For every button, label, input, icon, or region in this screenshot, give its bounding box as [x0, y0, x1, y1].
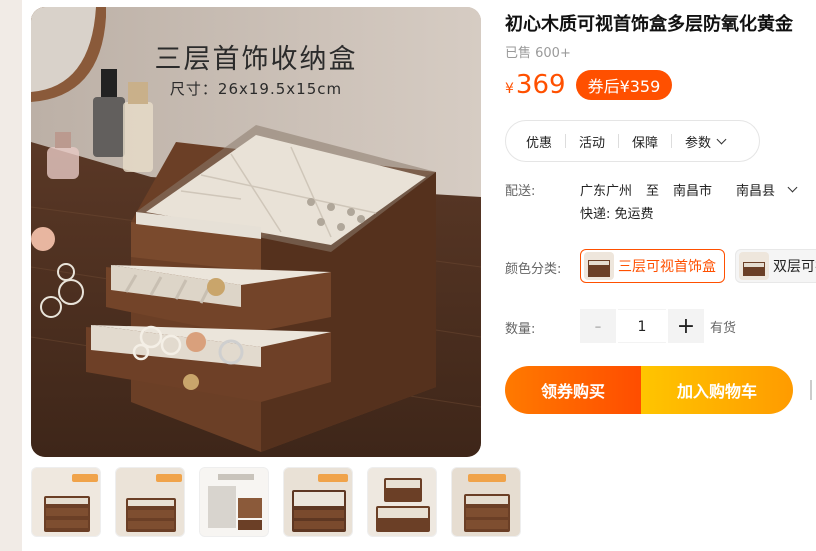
shipping-row: 广东广州 至 南昌市 南昌县 — [580, 180, 810, 199]
sku-option-two-layer[interactable]: 双层可视 — [735, 249, 816, 283]
tab-divider — [565, 134, 567, 148]
price-value: 369 — [515, 70, 566, 100]
quantity-label: 数量: — [505, 322, 536, 337]
chevron-down-icon[interactable] — [787, 182, 798, 193]
tab-divider — [618, 134, 620, 148]
sku-label: 颜色分类: — [505, 262, 562, 277]
main-product-image[interactable]: 三层首饰收纳盒 尺寸：26x19.5x15cm — [31, 7, 481, 457]
purchase-buttons: 领券购买 加入购物车 — [505, 366, 793, 414]
coupon-buy-button[interactable]: 领券购买 — [505, 366, 641, 414]
sold-count: 已售 600+ — [505, 46, 571, 61]
price-row: ¥ 369 券后¥359 — [505, 70, 673, 100]
price-symbol: ¥ — [505, 81, 514, 97]
quantity-stepper: - 1 + 有货 — [580, 309, 736, 343]
product-page: 三层首饰收纳盒 尺寸：26x19.5x15cm 初心木质可视首饰盒多层防氧化黄金… — [0, 0, 816, 551]
tab-activity[interactable]: 活动 — [579, 132, 605, 151]
tab-guarantee[interactable]: 保障 — [632, 132, 658, 151]
product-title: 初心木质可视首饰盒多层防氧化黄金 — [505, 14, 793, 35]
quantity-input[interactable]: 1 — [618, 309, 666, 343]
ship-to-word: 至 — [646, 184, 660, 199]
thumbnail-strip — [31, 467, 535, 537]
sku-option-label: 三层可视首饰盒 — [618, 259, 716, 275]
sku-thumb-icon — [739, 252, 769, 280]
ship-county[interactable]: 南昌县 — [736, 180, 775, 199]
thumbnail-2[interactable] — [115, 467, 185, 537]
thumbnail-6[interactable] — [451, 467, 521, 537]
edge-divider — [810, 380, 812, 400]
image-title: 三层首饰收纳盒 — [154, 44, 358, 75]
image-subtitle: 尺寸：26x19.5x15cm — [169, 80, 343, 98]
info-tabs: 优惠 活动 保障 参数 — [505, 120, 760, 162]
add-to-cart-button[interactable]: 加入购物车 — [641, 366, 793, 414]
tab-discount[interactable]: 优惠 — [526, 132, 552, 151]
thumbnail-5[interactable] — [367, 467, 437, 537]
shipping-fee: 快递: 免运费 — [580, 207, 654, 222]
coupon-price-badge[interactable]: 券后¥359 — [575, 70, 673, 100]
shipping-label: 配送: — [505, 184, 536, 199]
tab-params-label: 参数 — [685, 135, 712, 151]
quantity-plus-button[interactable]: + — [668, 309, 704, 343]
sku-thumb-icon — [584, 252, 614, 280]
tab-divider — [671, 134, 673, 148]
thumbnail-4[interactable] — [283, 467, 353, 537]
left-edge-strip — [0, 0, 22, 551]
chevron-down-icon — [716, 134, 727, 144]
sku-option-label: 双层可视 — [773, 259, 816, 275]
tab-params[interactable]: 参数 — [685, 132, 727, 151]
ship-city[interactable]: 南昌市 — [673, 180, 712, 199]
stock-status: 有货 — [710, 320, 737, 336]
thumbnail-1[interactable] — [31, 467, 101, 537]
quantity-minus-button[interactable]: - — [580, 309, 616, 343]
sku-option-three-layer[interactable]: 三层可视首饰盒 — [580, 249, 725, 283]
ship-from: 广东广州 — [580, 184, 633, 199]
thumbnail-3[interactable] — [199, 467, 269, 537]
